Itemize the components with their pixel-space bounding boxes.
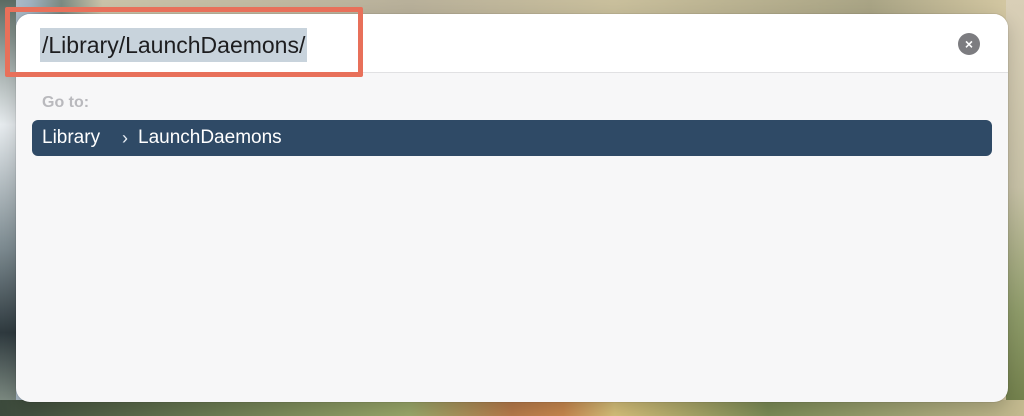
annotation-highlight-box	[5, 7, 363, 77]
desktop-wallpaper-right	[1006, 0, 1024, 416]
clear-icon[interactable]: ×	[958, 33, 980, 55]
chevron-right-icon: ›	[122, 128, 128, 148]
result-row-selected[interactable]: Library › LaunchDaemons	[32, 120, 992, 156]
result-path-segment: LaunchDaemons	[138, 127, 282, 148]
result-path-segment: Library	[42, 127, 101, 148]
goto-label: Go to:	[42, 94, 90, 111]
desktop-wallpaper-bottom	[0, 400, 1024, 416]
